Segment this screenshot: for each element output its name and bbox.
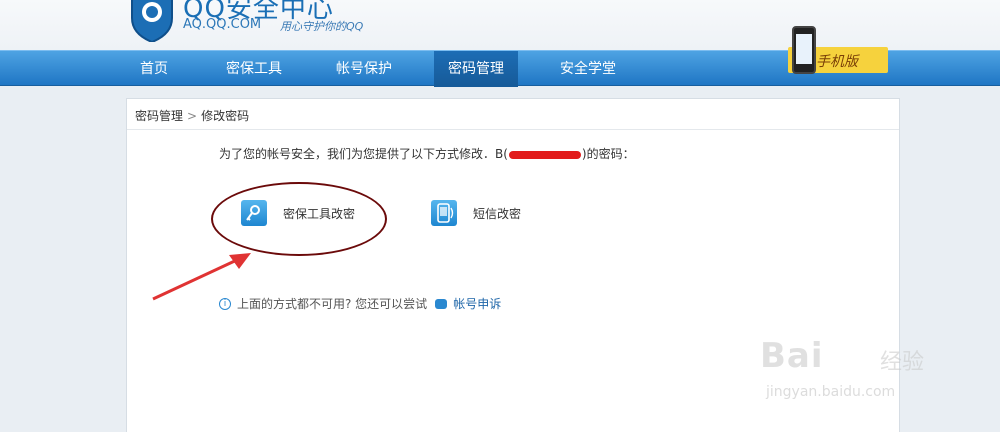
logo-slogan: 用心守护你的QQ [280, 20, 364, 33]
baidu-watermark: Bai 经验 jingyan.baidu.com [760, 322, 960, 412]
nav-item-security-tools[interactable]: 密保工具 [212, 51, 296, 87]
watermark-brand-cn: 经验 [880, 350, 925, 375]
option-security-tool-change[interactable]: 密保工具改密 [241, 200, 355, 226]
sms-phone-icon [431, 200, 457, 226]
hint-line: i 上面的方式都不可用? 您还可以尝试 帐号申诉 [219, 295, 501, 312]
intro-text-before: 为了您的帐号安全，我们为您提供了以下方式修改．B( [219, 147, 508, 161]
watermark-url: jingyan.baidu.com [766, 384, 896, 400]
intro-text: 为了您的帐号安全，我们为您提供了以下方式修改．B( )的密码： [219, 145, 635, 162]
nav-item-password-management[interactable]: 密码管理 [434, 51, 518, 87]
divider [127, 129, 899, 130]
phone-icon [792, 26, 816, 74]
key-icon [241, 200, 267, 226]
breadcrumb: 密码管理 > 修改密码 [135, 107, 249, 124]
breadcrumb-separator: > [187, 109, 198, 123]
redaction-mark [508, 150, 581, 159]
breadcrumb-password-management[interactable]: 密码管理 [135, 109, 183, 123]
mobile-version-label: 手机版 [816, 54, 858, 70]
breadcrumb-current: 修改密码 [201, 109, 250, 123]
option-sms-change[interactable]: 短信改密 [431, 200, 521, 226]
shield-logo-icon [131, 0, 173, 42]
option-sms-label: 短信改密 [473, 206, 522, 221]
intro-text-after: )的密码： [581, 147, 635, 161]
info-icon: i [219, 297, 231, 310]
nav-item-account-protection[interactable]: 帐号保护 [322, 51, 406, 87]
logo-url: AQ.QQ.COM [183, 17, 262, 32]
nav-item-home[interactable]: 首页 [124, 51, 184, 87]
account-appeal-link[interactable]: 帐号申诉 [453, 295, 501, 312]
nav-item-security-academy[interactable]: 安全学堂 [546, 51, 630, 87]
chat-bubble-icon [435, 298, 448, 309]
watermark-brand: Bai [760, 336, 824, 376]
hint-text: 上面的方式都不可用? 您还可以尝试 [237, 297, 428, 311]
option-security-tool-label: 密保工具改密 [283, 206, 356, 221]
mobile-version-badge[interactable]: 手机版 [780, 26, 888, 76]
